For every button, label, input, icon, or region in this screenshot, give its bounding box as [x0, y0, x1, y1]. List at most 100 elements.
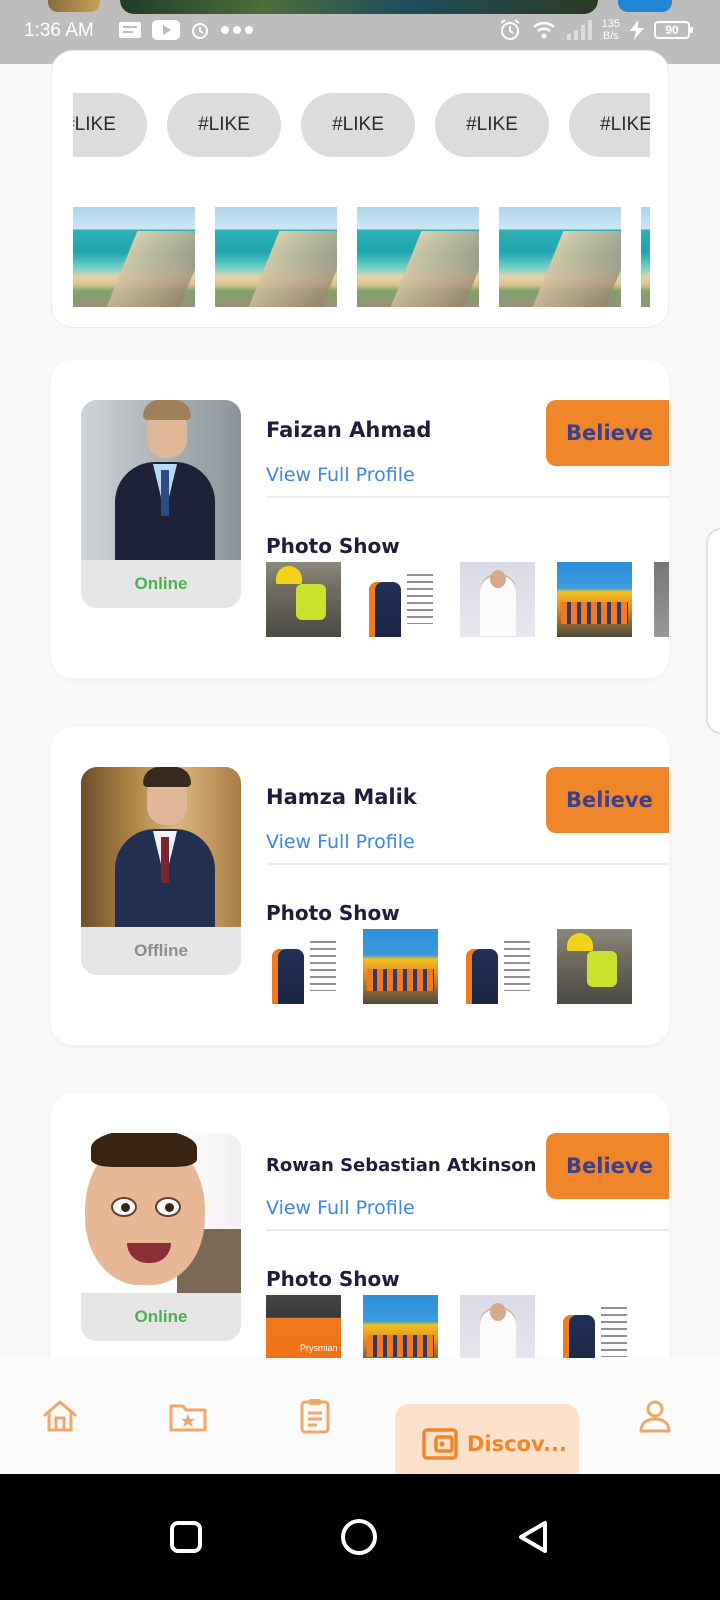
believe-button[interactable]: Believe	[546, 1133, 669, 1199]
wifi-icon	[532, 22, 555, 39]
hashtag-chip[interactable]: #LIKE	[301, 93, 415, 157]
hashtag-chip[interactable]: #LIKE	[569, 93, 650, 157]
avatar-art	[161, 837, 169, 883]
hashtag-chip[interactable]: #LIKE	[435, 93, 549, 157]
avatar-box[interactable]: Online	[81, 400, 241, 608]
divider	[266, 863, 669, 865]
photo-thumbnail[interactable]	[557, 1295, 632, 1358]
back-button[interactable]	[510, 1514, 556, 1560]
network-speed-value: 135	[601, 18, 620, 30]
folder-star-icon	[169, 1404, 207, 1432]
profile-card: Online Faizan Ahmad View Full Profile Be…	[51, 360, 669, 678]
alarm-icon	[192, 23, 208, 39]
system-navigation-bar	[0, 1474, 720, 1600]
photo-thumbnail[interactable]	[363, 1295, 438, 1358]
believe-button[interactable]: Believe	[546, 767, 669, 833]
photo-show-strip[interactable]	[266, 929, 669, 1004]
avatar-box[interactable]: Online	[81, 1133, 241, 1341]
beach-image[interactable]	[357, 207, 479, 307]
view-full-profile-link[interactable]: View Full Profile	[266, 831, 415, 853]
photo-thumbnail[interactable]	[363, 929, 438, 1004]
status-badge: Online	[134, 1307, 188, 1326]
profile-card: Online Rowan Sebastian Atkinson View Ful…	[51, 1093, 669, 1358]
photo-thumbnail[interactable]	[460, 562, 535, 637]
status-badge: Offline	[134, 941, 188, 960]
side-drawer-handle[interactable]	[706, 528, 720, 734]
alarm-icon	[500, 19, 520, 40]
wallet-icon	[422, 1428, 458, 1460]
beach-image[interactable]	[73, 207, 195, 307]
avatar-art	[143, 767, 191, 787]
photo-show-title: Photo Show	[266, 1267, 400, 1291]
signal-icon	[566, 20, 592, 40]
beach-image-scroller[interactable]	[73, 207, 650, 307]
photo-thumbnail[interactable]	[266, 1295, 341, 1358]
hashtag-scroller[interactable]: #LIKE #LIKE #LIKE #LIKE #LIKE	[73, 93, 650, 157]
view-full-profile-link[interactable]: View Full Profile	[266, 464, 415, 486]
avatar-art	[91, 1133, 197, 1167]
trending-card: #LIKE #LIKE #LIKE #LIKE #LIKE	[51, 50, 669, 328]
divider	[266, 1229, 669, 1231]
nav-discover-label: Discov...	[467, 1432, 567, 1456]
photo-thumbnail[interactable]	[266, 562, 341, 637]
photo-show-strip[interactable]	[266, 1295, 669, 1358]
wallpaper-piece	[618, 0, 672, 12]
avatar-art	[143, 400, 191, 420]
wallpaper-piece	[48, 0, 100, 12]
avatar-art	[111, 1197, 137, 1217]
home-system-button[interactable]	[336, 1514, 382, 1560]
wallpaper-strip	[48, 0, 672, 14]
home-circle-icon	[341, 1519, 377, 1555]
nav-home[interactable]	[20, 1358, 100, 1474]
photo-thumbnail[interactable]	[557, 929, 632, 1004]
photo-thumbnail[interactable]	[654, 562, 669, 637]
photo-thumbnail[interactable]	[363, 562, 438, 637]
user-icon	[639, 1400, 671, 1433]
network-speed-unit: B/s	[602, 30, 619, 42]
nav-discover[interactable]: Discov...	[395, 1404, 579, 1484]
profile-name: Rowan Sebastian Atkinson	[266, 1155, 537, 1176]
home-icon	[43, 1400, 77, 1432]
photo-thumbnail[interactable]	[266, 929, 341, 1004]
charging-icon	[630, 20, 644, 40]
recents-button[interactable]	[163, 1514, 209, 1560]
believe-button[interactable]: Believe	[546, 400, 669, 466]
avatar[interactable]	[81, 767, 241, 927]
view-full-profile-link[interactable]: View Full Profile	[266, 1197, 415, 1219]
battery-indicator: 90	[654, 21, 693, 39]
divider	[266, 496, 669, 498]
avatar-art	[161, 470, 169, 516]
status-badge: Online	[134, 574, 188, 593]
recents-icon	[170, 1521, 202, 1553]
photo-show-title: Photo Show	[266, 901, 400, 925]
status-left-icons	[118, 20, 254, 40]
beach-image[interactable]	[499, 207, 621, 307]
photo-show-strip[interactable]	[266, 562, 669, 637]
avatar[interactable]	[81, 400, 241, 560]
beach-image[interactable]	[215, 207, 337, 307]
photo-thumbnail[interactable]	[460, 929, 535, 1004]
beach-image[interactable]	[641, 207, 650, 307]
back-triangle-icon	[519, 1521, 547, 1553]
status-right-icons: 135 B/s 90	[498, 18, 693, 42]
avatar[interactable]	[81, 1133, 241, 1293]
notes-icon	[119, 22, 141, 38]
nav-profile[interactable]	[615, 1358, 695, 1474]
network-speed: 135 B/s	[602, 18, 620, 42]
hashtag-chip[interactable]: #LIKE	[167, 93, 281, 157]
hashtag-chip[interactable]: #LIKE	[73, 93, 147, 157]
youtube-icon	[152, 20, 180, 40]
avatar-art	[155, 1197, 181, 1217]
nav-saved[interactable]	[148, 1358, 228, 1474]
nav-tasks[interactable]	[275, 1358, 355, 1474]
avatar-box[interactable]: Offline	[81, 767, 241, 975]
profile-name: Faizan Ahmad	[266, 418, 432, 442]
photo-thumbnail[interactable]	[460, 1295, 535, 1358]
more-dots-icon	[221, 26, 253, 34]
profile-name: Hamza Malik	[266, 785, 417, 809]
profile-card: Offline Hamza Malik View Full Profile Be…	[51, 727, 669, 1045]
photo-show-title: Photo Show	[266, 534, 400, 558]
clipboard-icon	[300, 1399, 330, 1434]
photo-thumbnail[interactable]	[557, 562, 632, 637]
wallpaper-piece	[120, 0, 598, 14]
